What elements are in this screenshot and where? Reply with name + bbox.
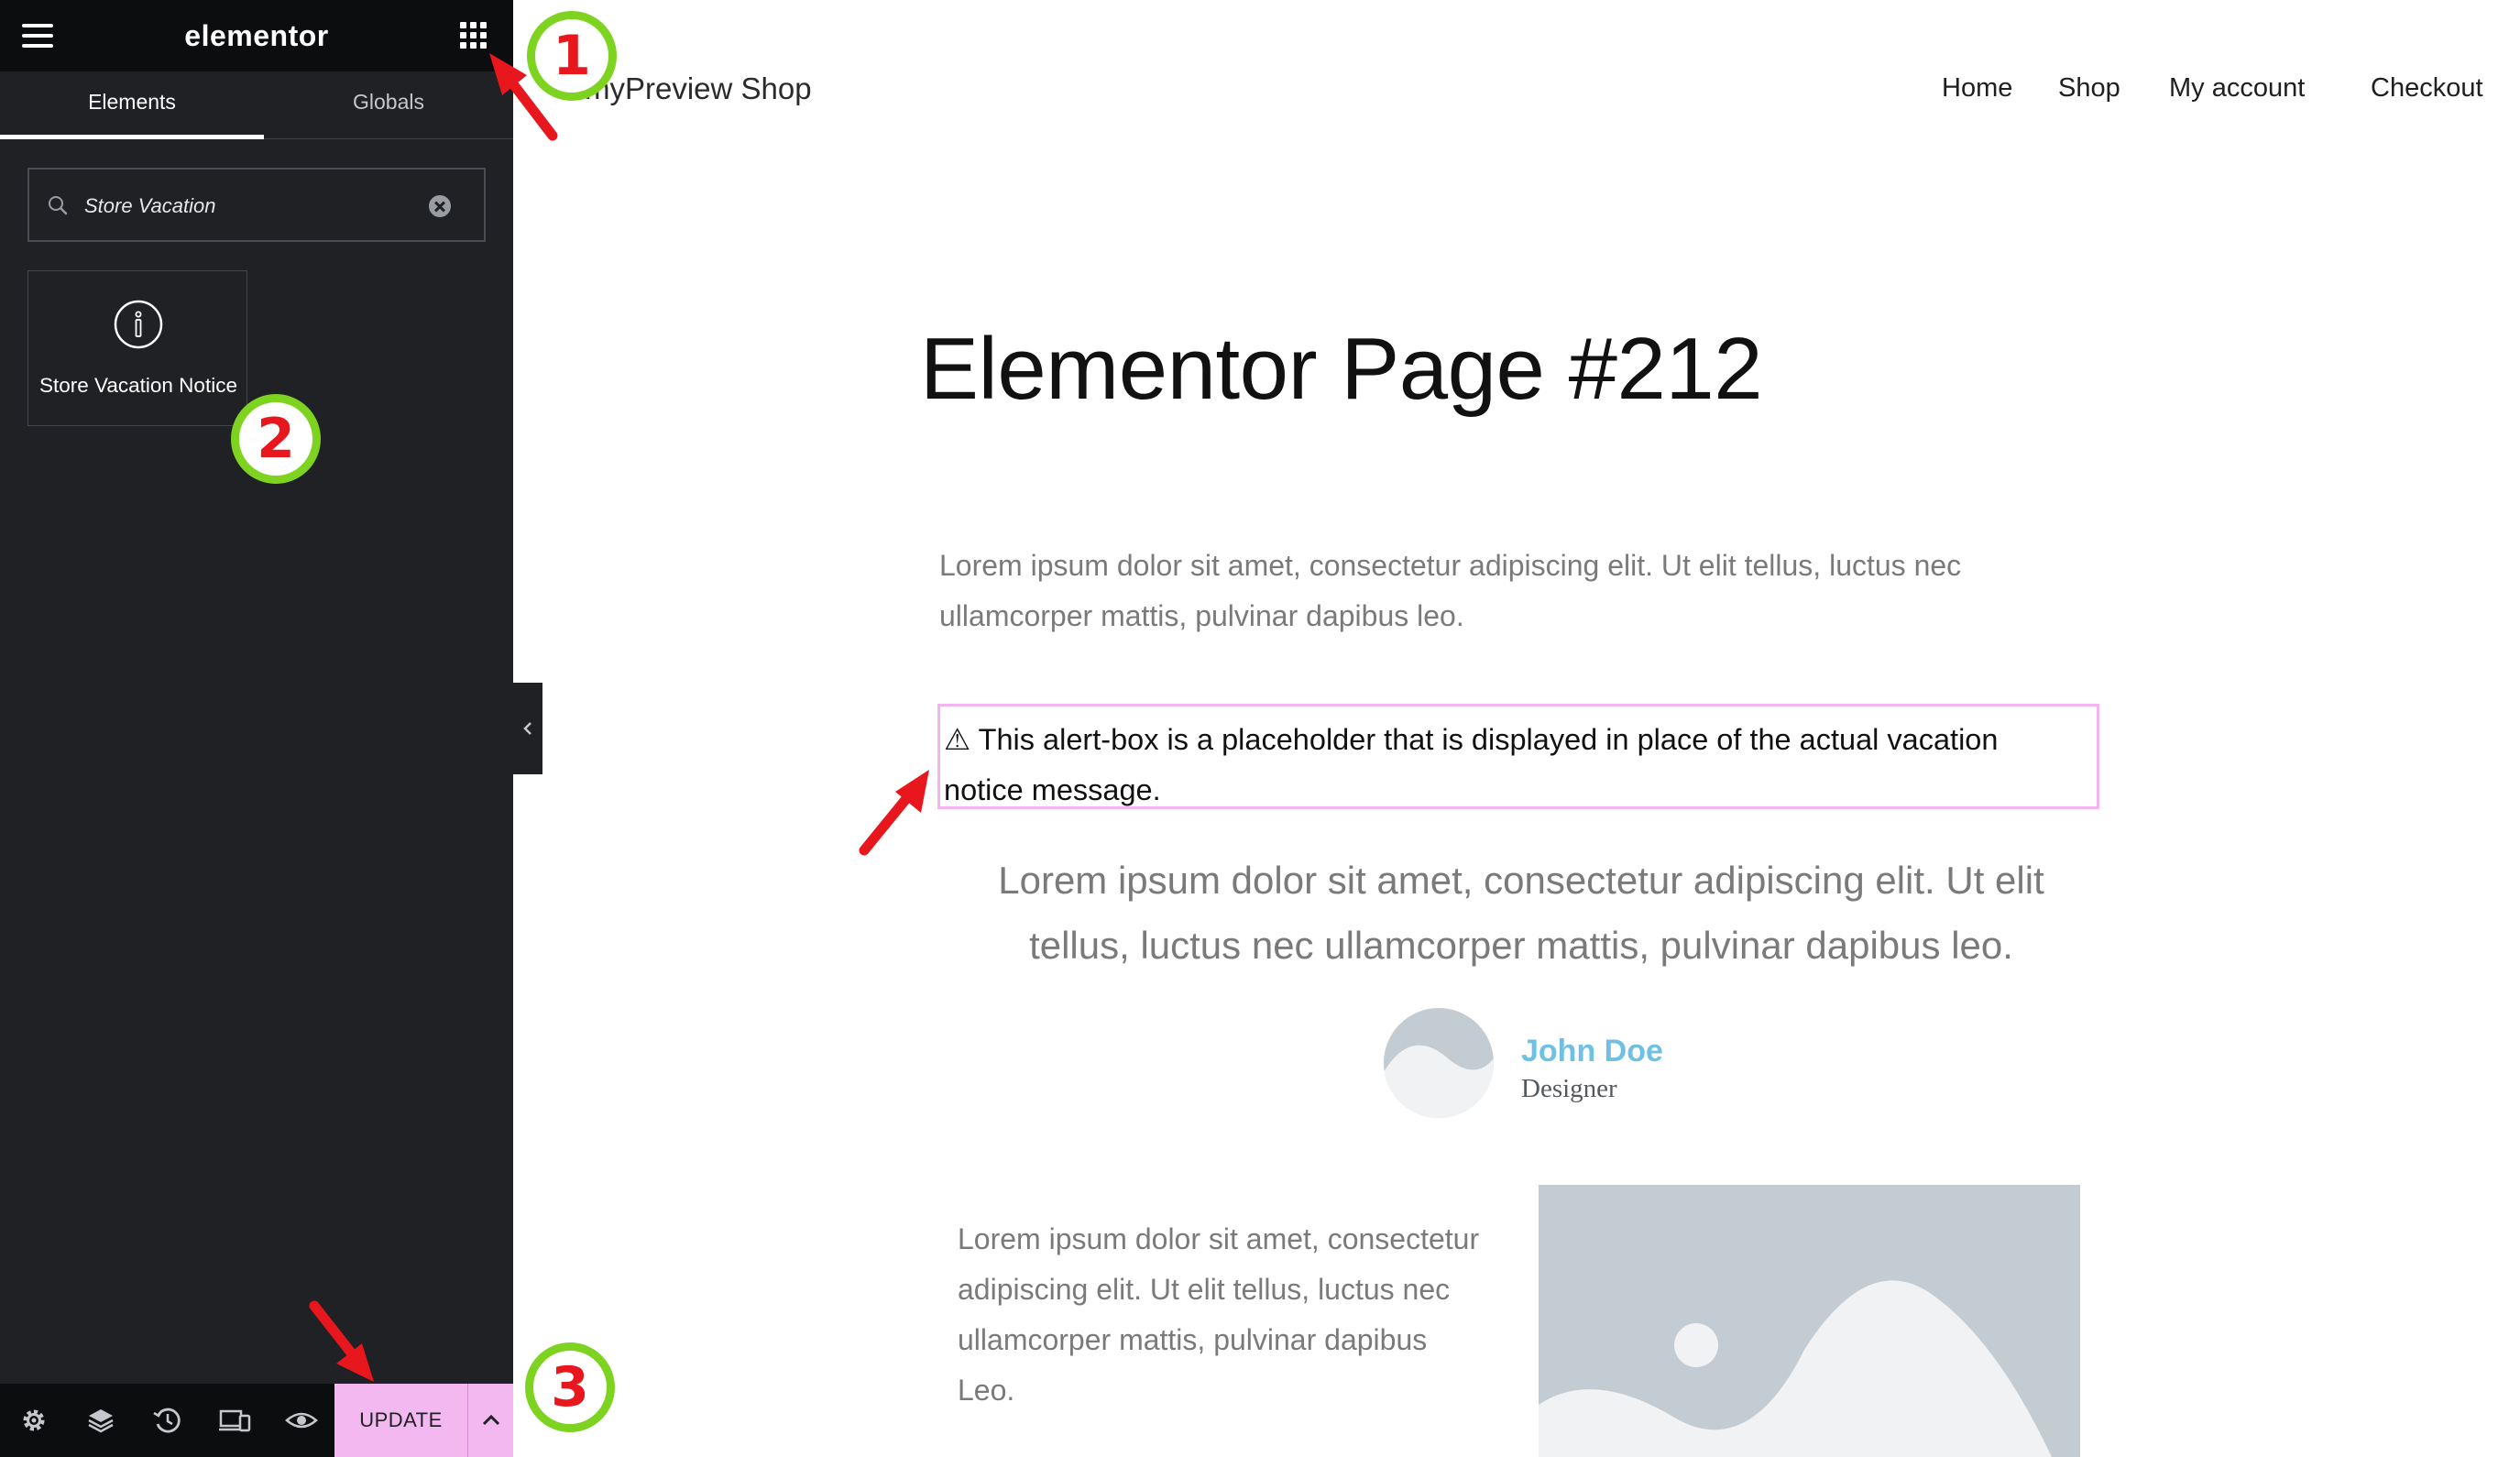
history-icon[interactable] (149, 1402, 186, 1439)
step-1-badge: 1 (527, 11, 617, 101)
author-name: John Doe (1521, 1034, 1663, 1068)
settings-icon[interactable] (16, 1402, 52, 1439)
clear-search-icon[interactable] (429, 195, 451, 217)
tab-elements[interactable]: Elements (0, 71, 264, 139)
search-input[interactable] (82, 186, 431, 226)
chevron-left-icon (523, 722, 531, 735)
editor-header: elementor (0, 0, 513, 71)
body-paragraph: Lorem ipsum dolor sit amet, consectetur … (958, 1222, 1480, 1407)
menu-icon[interactable] (22, 24, 53, 48)
collapse-panel-button[interactable] (513, 683, 542, 774)
panel-tabs: Elements Globals (0, 71, 513, 139)
image-placeholder (1539, 1185, 2080, 1457)
nav-home[interactable]: Home (1942, 73, 2012, 104)
alert-message: ⚠ This alert-box is a placeholder that i… (944, 715, 2080, 816)
save-options-button[interactable] (467, 1384, 513, 1457)
tab-globals[interactable]: Globals (264, 71, 513, 139)
alert-text: This alert-box is a placeholder that is … (944, 723, 1999, 806)
chevron-up-icon (482, 1414, 500, 1426)
intro-paragraph: Lorem ipsum dolor sit amet, consectetur … (939, 549, 1962, 632)
editor-panel: elementor Elements Globals Store Vacatio… (0, 0, 513, 1457)
vacation-notice-alert[interactable]: ⚠ This alert-box is a placeholder that i… (937, 704, 2099, 809)
author-role: Designer (1521, 1074, 1617, 1103)
responsive-icon[interactable] (216, 1402, 253, 1439)
nav-checkout[interactable]: Checkout (2371, 73, 2483, 104)
search-icon (49, 196, 68, 215)
site-title[interactable]: myPreview Shop (585, 71, 812, 106)
elementor-logo: elementor (184, 19, 329, 52)
widget-store-vacation-notice[interactable]: Store Vacation Notice (27, 270, 247, 426)
widget-search (27, 168, 486, 242)
nav-my-account[interactable]: My account (2169, 73, 2305, 104)
widget-label: Store Vacation Notice (39, 374, 237, 397)
preview-eye-icon[interactable] (283, 1402, 320, 1439)
avatar (1384, 1008, 1494, 1118)
layers-icon[interactable] (82, 1402, 119, 1439)
step-2-badge: 2 (231, 394, 321, 484)
testimonial-quote: Lorem ipsum dolor sit amet, consectetur … (998, 859, 2044, 967)
widgets-grid-icon[interactable] (460, 22, 488, 49)
step-3-badge: 3 (525, 1342, 615, 1432)
nav-shop[interactable]: Shop (2058, 73, 2120, 104)
update-button[interactable]: UPDATE (334, 1384, 467, 1457)
page-title: Elementor Page #212 (920, 320, 1763, 418)
warning-icon: ⚠ (944, 723, 971, 756)
info-circle-icon (114, 300, 163, 349)
